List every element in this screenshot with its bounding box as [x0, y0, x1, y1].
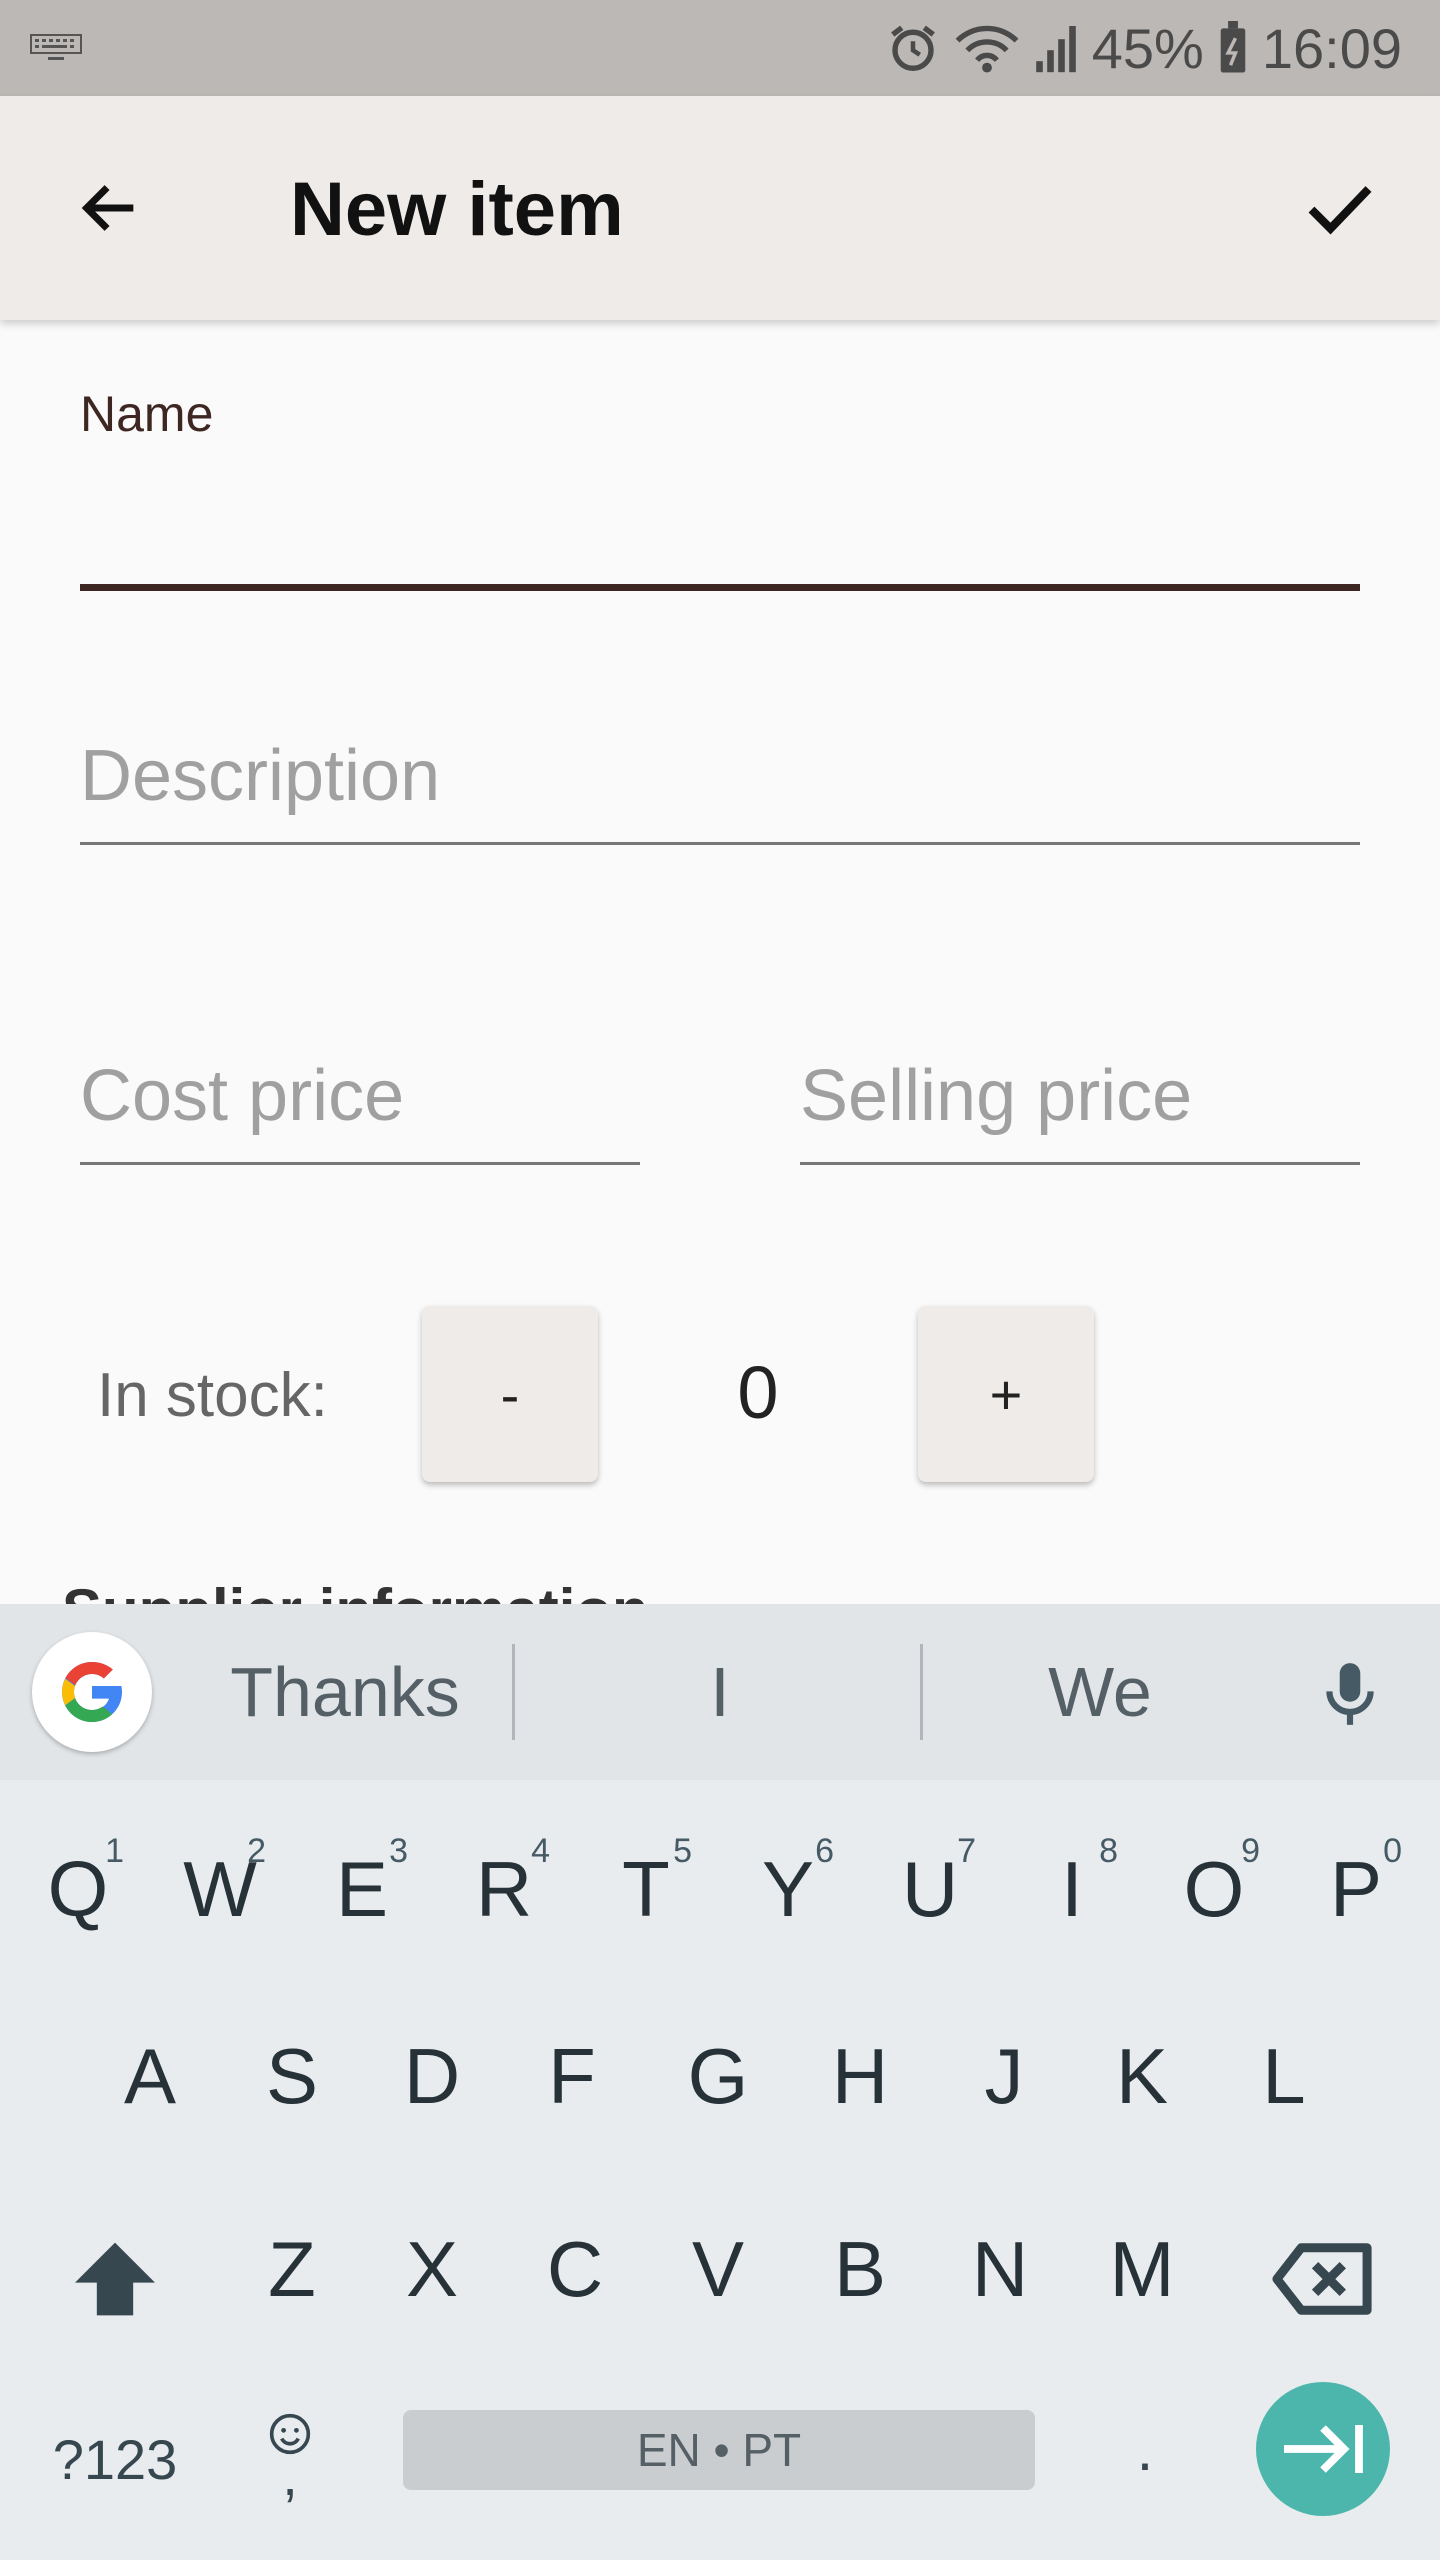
emoji-comma-key[interactable]: ,: [240, 2394, 340, 2514]
space-key[interactable]: EN • PT: [403, 2410, 1035, 2490]
clock: 16:09: [1261, 16, 1402, 80]
keyboard-icon: [30, 34, 82, 60]
key-e[interactable]: E3: [292, 1804, 432, 1974]
arrow-back-icon: [81, 185, 134, 231]
app-bar: New item: [0, 96, 1440, 320]
name-field[interactable]: [80, 584, 1360, 591]
suggestion-item[interactable]: I: [520, 1604, 920, 1780]
back-button[interactable]: [60, 158, 160, 258]
key-x[interactable]: X: [362, 2184, 502, 2354]
key-l[interactable]: L: [1214, 1991, 1354, 2161]
google-button[interactable]: [32, 1632, 152, 1752]
key-v[interactable]: V: [648, 2184, 788, 2354]
selling-price-underline: [800, 1162, 1360, 1165]
stock-label: In stock:: [97, 1361, 328, 1430]
microphone-icon: [1326, 1663, 1374, 1725]
key-t[interactable]: T5: [576, 1804, 716, 1974]
stock-value: 0: [737, 1351, 779, 1434]
key-j[interactable]: J: [934, 1991, 1074, 2161]
key-n[interactable]: N: [930, 2184, 1070, 2354]
wifi-icon: [955, 25, 1019, 73]
status-bar: 45% 16:09: [0, 0, 1440, 96]
increment-stock-button[interactable]: +: [918, 1306, 1094, 1482]
cost-price-field[interactable]: Cost price: [80, 1055, 404, 1137]
shift-key[interactable]: [55, 2229, 175, 2329]
key-u[interactable]: U7: [860, 1804, 1000, 1974]
key-q[interactable]: Q1: [8, 1804, 148, 1974]
signal-icon: [1035, 26, 1076, 73]
backspace-key[interactable]: [1262, 2224, 1382, 2334]
name-field-label: Name: [80, 386, 214, 442]
suggestion-item[interactable]: We: [920, 1604, 1280, 1780]
google-g-icon: [62, 1662, 122, 1722]
key-y[interactable]: Y6: [718, 1804, 858, 1974]
description-underline: [80, 842, 1360, 845]
key-s[interactable]: S: [222, 1991, 362, 2161]
key-z[interactable]: Z: [222, 2184, 362, 2354]
key-c[interactable]: C: [505, 2184, 645, 2354]
suggestion-bar: Thanks I We: [0, 1604, 1440, 1780]
key-g[interactable]: G: [648, 1991, 788, 2161]
key-f[interactable]: F: [502, 1991, 642, 2161]
key-m[interactable]: M: [1072, 2184, 1212, 2354]
key-b[interactable]: B: [790, 2184, 930, 2354]
key-h[interactable]: H: [790, 1991, 930, 2161]
key-d[interactable]: D: [362, 1991, 502, 2161]
battery-icon: [1220, 21, 1246, 73]
symbols-key[interactable]: ?123: [40, 2404, 190, 2514]
description-field[interactable]: Description: [80, 735, 440, 817]
key-p[interactable]: P0: [1286, 1804, 1426, 1974]
page-title: New item: [290, 167, 624, 252]
voice-input-button[interactable]: [1300, 1644, 1400, 1744]
cost-price-underline: [80, 1162, 640, 1165]
key-r[interactable]: R4: [434, 1804, 574, 1974]
check-icon: [1308, 186, 1372, 235]
alarm-icon: [890, 25, 935, 71]
next-field-key[interactable]: [1256, 2382, 1390, 2516]
status-icons: 45% 16:09: [886, 0, 1402, 96]
key-a[interactable]: A: [80, 1991, 220, 2161]
key-k[interactable]: K: [1072, 1991, 1212, 2161]
comma-label: ,: [282, 2444, 298, 2507]
shift-icon: [75, 2242, 155, 2316]
battery-percent: 45%: [1091, 16, 1204, 80]
key-w[interactable]: W2: [150, 1804, 290, 1974]
suggestion-item[interactable]: Thanks: [180, 1604, 510, 1780]
selling-price-field[interactable]: Selling price: [800, 1055, 1192, 1137]
backspace-icon: [1272, 2243, 1372, 2315]
key-o[interactable]: O9: [1144, 1804, 1284, 1974]
key-i[interactable]: I8: [1002, 1804, 1142, 1974]
period-key[interactable]: .: [1095, 2384, 1195, 2514]
tab-next-icon: [1284, 2425, 1363, 2473]
save-button[interactable]: [1290, 158, 1390, 258]
soft-keyboard: Thanks I We Q1 W2 E3 R4 T5 Y6 U7 I8 O9 P…: [0, 1604, 1440, 2560]
suggestion-divider: [512, 1644, 515, 1740]
decrement-stock-button[interactable]: -: [422, 1306, 598, 1482]
